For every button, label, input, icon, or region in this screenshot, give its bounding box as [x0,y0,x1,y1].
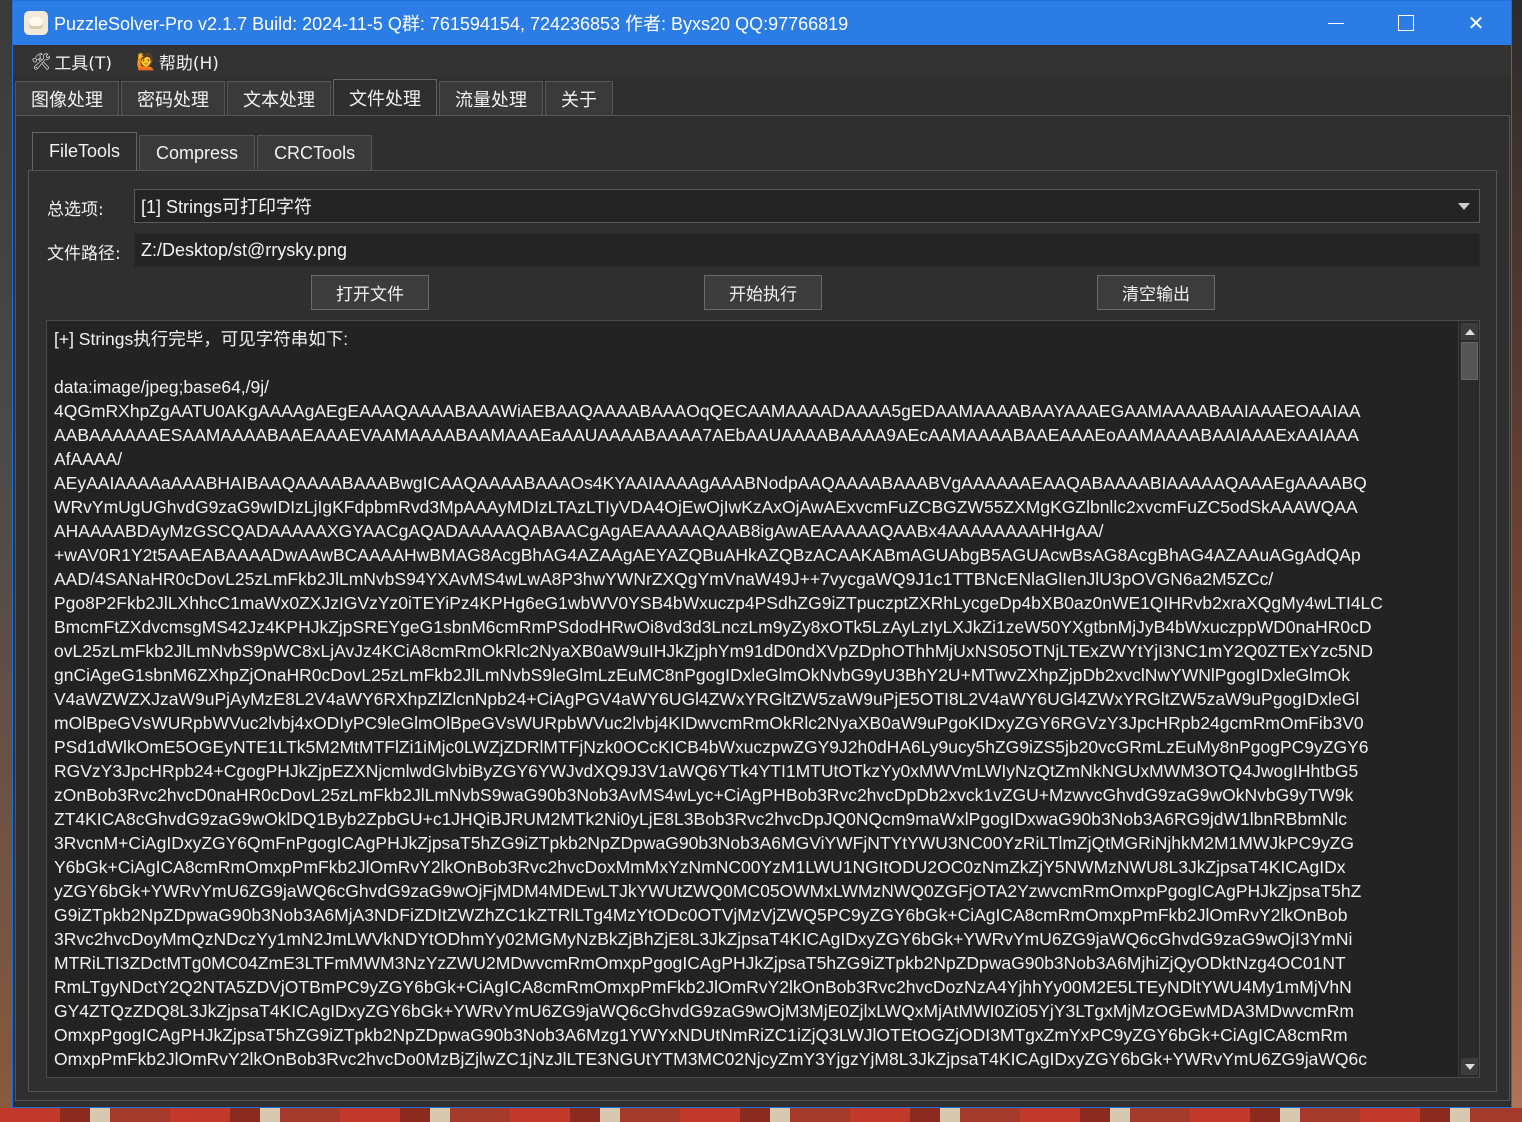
desktop-background-left [0,0,12,1122]
output-line: 4QGmRXhpZgAATU0AKgAAAAgAEgEAAAQAAAABAAAW… [54,401,1361,421]
tab-filetools[interactable]: FileTools [32,132,138,170]
vertical-scrollbar[interactable] [1458,321,1479,1077]
output-line: Pgo8P2Fkb2JlLXhhcC1maWx0ZXJzIGVzYz0iTEYi… [54,593,1383,613]
tab-file[interactable]: 文件处理 [333,79,437,115]
menu-tools-label: 工具(T) [54,53,112,74]
output-line: AfAAAA/ [54,449,123,469]
output-line: MTRiLTI3ZDctMTg0MC04ZmE3LTFmMWM3NzYzZWU2… [54,953,1346,973]
filetools-panel: 总选项: [1] Strings可打印字符 文件路径: 打开文件 开始执行 清空… [28,170,1497,1092]
output-line: GY4ZTQzZDQ8L3JkZjpsaT4KICAgIDxyZGY6bGk+Y… [54,1001,1354,1021]
scroll-up-arrow-icon[interactable] [1461,323,1478,340]
output-line: RmLTgyNDctY2Q2NTA5ZDVjOTBmPC9yZGY6bGk+Ci… [54,977,1352,997]
tab-crctools[interactable]: CRCTools [257,135,373,170]
output-line: WRvYmUgUGhvdG9zaG9wIDIzLjIgKFdpbmRvd3MpA… [54,497,1358,517]
output-line: AHAAAABDAyMzGSCQADAAAAAXGYAACgAQADAAAAAQ… [54,521,1104,541]
desktop-background-right [1512,0,1522,1122]
scroll-down-arrow-icon[interactable] [1461,1058,1478,1075]
menu-tools[interactable]: 🛠 工具(T) [31,49,112,74]
tab-traffic[interactable]: 流量处理 [439,81,543,115]
app-window: PuzzleSolver-Pro v2.1.7 Build: 2024-11-5… [12,0,1512,1108]
output-textarea[interactable]: [+] Strings执行完毕，可见字符串如下: data:image/jpeg… [46,320,1480,1078]
menu-help[interactable]: 🙋 帮助(H) [136,49,219,74]
output-line: BmcmFtZXdvcmsgMS42Jz4KPHJkZjpSREYgeG1sbn… [54,617,1372,637]
close-icon: ✕ [1467,11,1485,35]
desktop-background-bottom [0,1108,1522,1122]
help-person-icon: 🙋 [135,51,156,71]
option-dropdown[interactable]: [1] Strings可打印字符 [134,189,1480,223]
sub-tab-bar: FileTools Compress CRCTools [32,132,374,170]
tools-icon: 🛠 [31,51,52,71]
output-line: 3Rvc2hvcDoyMmQzNDczYy1mN2JmLWVkNDYtODhmY… [54,929,1353,949]
output-line: +wAV0R1Y2t5AAEABAAAADwAAwBCAAAAHwBMAG8Ac… [54,545,1361,565]
output-line: OmxpPgogICAgPHJkZjpsaT5hZG9iZTpkb2NpZDpw… [54,1025,1348,1045]
output-line: [+] Strings执行完毕，可见字符串如下: [54,329,349,349]
output-line: RGVzY3JpcHRpb24+CgogPHJkZjpEZXNjcmlwdGlv… [54,761,1359,781]
close-button[interactable]: ✕ [1441,1,1511,45]
chevron-down-icon [1458,203,1470,210]
output-line: PSd1dWlkOmE5OGEyNTE1LTk5M2MtMTFlZi1iMjc0… [54,737,1369,757]
output-line: OmxpPmFkb2JlOmRvY2lkOnBob3Rvc2hvcDo0MzBj… [54,1049,1367,1069]
clear-output-button[interactable]: 清空输出 [1097,275,1215,310]
file-path-input[interactable] [134,233,1480,267]
path-label: 文件路径: [47,244,121,264]
open-file-button[interactable]: 打开文件 [311,275,429,310]
maximize-button[interactable] [1371,1,1441,45]
output-line: V4aWZWZXJzaW9uPjAyMzE8L2V4aWY6RXhpZlZlcn… [54,689,1360,709]
menu-bar: 🛠 工具(T) 🙋 帮助(H) [13,45,1511,77]
output-line: ovL25zLmFkb2JlLmNvbS9pWC8xLjAvJz4KCiA8cm… [54,641,1374,661]
output-line: data:image/jpeg;base64,/9j/ [54,377,270,397]
tab-crypto[interactable]: 密码处理 [121,81,225,115]
run-button[interactable]: 开始执行 [704,275,822,310]
output-line: mOlBpeGVsWURpbWVuc2lvbj4xODIyPC9leGlmOlB… [54,713,1364,733]
window-title: PuzzleSolver-Pro v2.1.7 Build: 2024-11-5… [54,14,849,34]
output-line: ZT4KICA8cGhvdG9zaG9wOklDQ1Byb2ZpbGU+c1JH… [54,809,1348,829]
output-line: AABAAAAAAESAAMAAAABAAEAAAEVAAMAAAABAAMAA… [54,425,1359,445]
main-tab-bar: 图像处理 密码处理 文本处理 文件处理 流量处理 关于 [15,79,615,115]
title-bar[interactable]: PuzzleSolver-Pro v2.1.7 Build: 2024-11-5… [13,1,1511,45]
tab-about[interactable]: 关于 [545,81,613,115]
output-line: G9iZTpkb2NpZDpwaG90b3Nob3A6MjA3NDFiZDItZ… [54,905,1348,925]
scrollbar-thumb[interactable] [1461,342,1478,380]
option-dropdown-value: [1] Strings可打印字符 [141,197,313,217]
tab-image[interactable]: 图像处理 [15,81,119,115]
minimize-button[interactable] [1301,1,1371,45]
output-line: AEyAAIAAAAaAAABHAIBAAQAAAABAAABwgICAAQAA… [54,473,1367,493]
tab-text[interactable]: 文本处理 [227,81,331,115]
output-line: yZGY6bGk+YWRvYmU6ZG9jaWQ6cGhvdG9zaG9wOjF… [54,881,1362,901]
tab-compress[interactable]: Compress [139,135,256,170]
window-controls: ✕ [1301,1,1511,45]
output-text: [+] Strings执行完毕，可见字符串如下: data:image/jpeg… [54,327,1454,1077]
output-line: 3RvcnM+CiAgIDxyZGY6QmFnPgogICAgPHJkZjpsa… [54,833,1355,853]
option-label: 总选项: [47,200,104,220]
output-line: zOnBob3Rvc2hvcD0naHR0cDovL25zLmFkb2JlLmN… [54,785,1354,805]
file-processing-panel: FileTools Compress CRCTools 总选项: [1] Str… [15,115,1510,1101]
output-line: gnCiAgeG1sbnM6ZXhpZjOnaHR0cDovL25zLmFkb2… [54,665,1350,685]
output-line: Y6bGk+CiAgICA8cmRmOmxpPmFkb2JlOmRvY2lkOn… [54,857,1346,877]
output-line: AAD/4SANaHR0cDovL25zLmFkb2JlLmNvbS94YXAv… [54,569,1274,589]
sheep-app-icon [24,11,48,35]
menu-help-label: 帮助(H) [158,53,219,74]
